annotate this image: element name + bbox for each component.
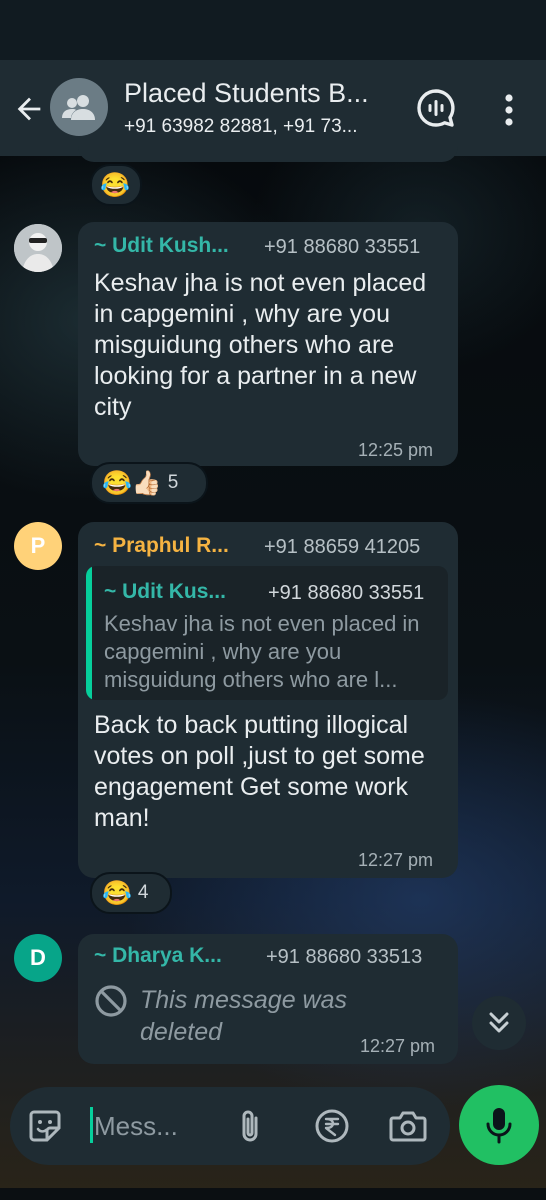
back-arrow-icon[interactable] [12,92,46,126]
previous-message-reaction[interactable]: 😂 [90,164,142,206]
more-options-icon[interactable] [494,90,524,130]
avatar-initial: P [30,533,46,558]
chat-participants[interactable]: +91 63982 82881, +91 73... [124,116,358,138]
reaction-emojis: 😂👍🏻 [102,469,162,497]
message-text: Back to back putting illogical votes on … [94,711,425,832]
message-time: 12:27 pm [360,1036,436,1056]
profile-photo-icon [14,224,62,272]
scroll-to-bottom-button[interactable] [472,996,526,1050]
quote-accent-bar [86,566,92,700]
deleted-message-text: This message was deleted [140,986,348,1046]
voice-chat-icon[interactable] [414,86,458,130]
quoted-sender: ~ Udit Kus... [104,580,226,603]
camera-icon[interactable] [388,1108,428,1144]
navigation-bar [0,1188,546,1200]
message-phone: +91 88680 33513 [266,946,423,968]
message-phone: +91 88680 33551 [264,236,421,258]
payment-icon[interactable] [314,1108,350,1144]
attach-icon[interactable] [236,1108,266,1146]
message-phone: +91 88659 41205 [264,536,421,558]
reaction-emoji: 😂 [100,171,130,199]
sender-avatar-dharya[interactable]: D [14,934,62,982]
message-sender[interactable]: ~ Praphul R... [94,534,229,558]
sender-avatar-praphul[interactable]: P [14,522,62,570]
message-sender[interactable]: ~ Dharya K... [94,944,222,968]
chat-title[interactable]: Placed Students B... [124,78,369,109]
sender-avatar-udit[interactable] [14,224,62,272]
message-time: 12:27 pm [358,850,434,870]
quoted-phone: +91 88680 33551 [268,582,425,604]
message-reactions[interactable]: 😂 4 [90,872,172,914]
message-sender[interactable]: ~ Udit Kush... [94,234,229,258]
message-text: Keshav jha is not even placed in capgemi… [94,269,427,421]
reaction-emojis: 😂 [102,879,132,907]
quoted-message[interactable]: ~ Udit Kus... +91 88680 33551 Keshav jha… [86,566,448,700]
group-icon [62,95,95,120]
microphone-icon [486,1108,512,1144]
previous-message-bubble[interactable] [78,140,458,162]
status-bar [0,0,546,60]
message-composer: Mess... [10,1087,450,1165]
text-caret [90,1107,93,1143]
avatar-initial: D [30,945,46,970]
reaction-count: 5 [167,472,179,493]
quoted-text: Keshav jha is not even placed in capgemi… [104,611,420,692]
double-chevron-down-icon [489,1012,509,1033]
reaction-count: 4 [137,882,149,903]
deleted-message-icon [95,985,127,1017]
group-avatar[interactable] [50,78,108,136]
message-time: 12:25 pm [358,440,434,460]
message-reactions[interactable]: 😂👍🏻 5 [90,462,208,504]
voice-message-button[interactable] [459,1085,539,1165]
sticker-icon[interactable] [28,1108,62,1144]
message-input[interactable]: Mess... [94,1111,178,1142]
